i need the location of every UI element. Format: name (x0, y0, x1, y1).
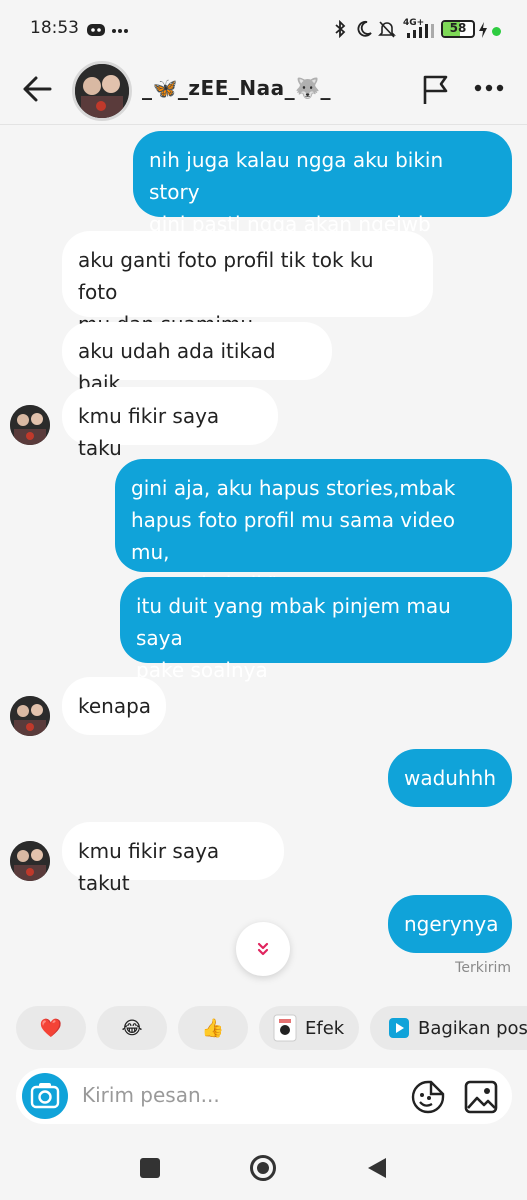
contact-avatar[interactable] (72, 61, 132, 121)
message-composer: Kirim pesan... (16, 1068, 512, 1124)
discord-icon (87, 24, 105, 36)
sender-avatar[interactable] (10, 405, 50, 445)
message-input[interactable]: Kirim pesan... (82, 1083, 220, 1107)
gallery-image-icon[interactable] (464, 1080, 498, 1114)
back-nav-icon[interactable] (366, 1156, 388, 1180)
mute-bell-icon (378, 21, 396, 38)
more-notifications-icon (112, 29, 128, 33)
message-bubble-incoming[interactable]: aku udah ada itikad baik (62, 322, 332, 395)
battery-text: 58 (449, 21, 467, 35)
message-bubble-outgoing[interactable]: waduhhh (388, 749, 512, 807)
scroll-to-bottom-button[interactable] (236, 922, 290, 976)
moon-icon (357, 20, 372, 37)
sender-avatar[interactable] (10, 696, 50, 736)
message-bubble-incoming[interactable]: aku ganti foto profil tik tok ku foto mu… (62, 231, 433, 336)
message-bubble-incoming[interactable]: kmu fikir saya takut (62, 822, 284, 895)
reaction-laugh-chip[interactable]: 😂 (97, 1006, 167, 1050)
camera-button[interactable] (22, 1073, 68, 1119)
bluetooth-icon (335, 20, 346, 38)
active-dot (492, 27, 501, 36)
recent-apps-icon[interactable] (139, 1157, 161, 1179)
thumbs-up-icon: 👍 (201, 1017, 225, 1039)
chat-header: _🦋_zEE_Naa_🐺_ (0, 58, 527, 125)
message-bubble-outgoing[interactable]: ngerynya (388, 895, 512, 953)
camera-icon (30, 1083, 60, 1109)
system-nav-bar (0, 1140, 527, 1200)
effect-thumbnail-icon (273, 1014, 297, 1042)
share-post-chip[interactable]: Bagikan post (370, 1006, 527, 1050)
battery-indicator: 58 (441, 20, 475, 38)
heart-icon: ❤️ (39, 1017, 63, 1039)
more-options-icon[interactable] (474, 84, 504, 92)
home-icon[interactable] (249, 1154, 277, 1182)
effect-label: Efek (305, 1017, 345, 1039)
status-time: 18:53 (30, 18, 79, 38)
message-bubble-incoming[interactable]: kmu fikir saya taku (62, 387, 278, 460)
sender-avatar[interactable] (10, 841, 50, 881)
flag-report-icon[interactable] (420, 74, 452, 106)
message-bubble-outgoing[interactable]: nih juga kalau ngga aku bikin story gini… (133, 131, 512, 236)
status-bar: 18:53 4G+ 58 (0, 0, 527, 58)
contact-name[interactable]: _🦋_zEE_Naa_🐺_ (142, 76, 331, 100)
message-bubble-outgoing[interactable]: gini aja, aku hapus stories,mbak hapus f… (115, 459, 512, 596)
laughing-emoji-icon: 😂 (121, 1017, 143, 1039)
double-chevron-down-icon (257, 942, 269, 956)
play-video-icon (389, 1018, 409, 1038)
back-arrow-icon[interactable] (20, 72, 54, 106)
reaction-heart-chip[interactable]: ❤️ (16, 1006, 86, 1050)
message-bubble-incoming[interactable]: kenapa (62, 677, 166, 735)
share-post-label: Bagikan post (418, 1017, 527, 1039)
charging-icon (479, 22, 487, 38)
sticker-emoji-icon[interactable] (411, 1080, 445, 1114)
message-bubble-outgoing[interactable]: itu duit yang mbak pinjem mau saya pake … (120, 577, 512, 682)
signal-icon (407, 24, 434, 38)
effect-chip[interactable]: Efek (259, 1006, 359, 1050)
sent-status: Terkirim (455, 960, 511, 976)
reaction-thumbs-chip[interactable]: 👍 (178, 1006, 248, 1050)
